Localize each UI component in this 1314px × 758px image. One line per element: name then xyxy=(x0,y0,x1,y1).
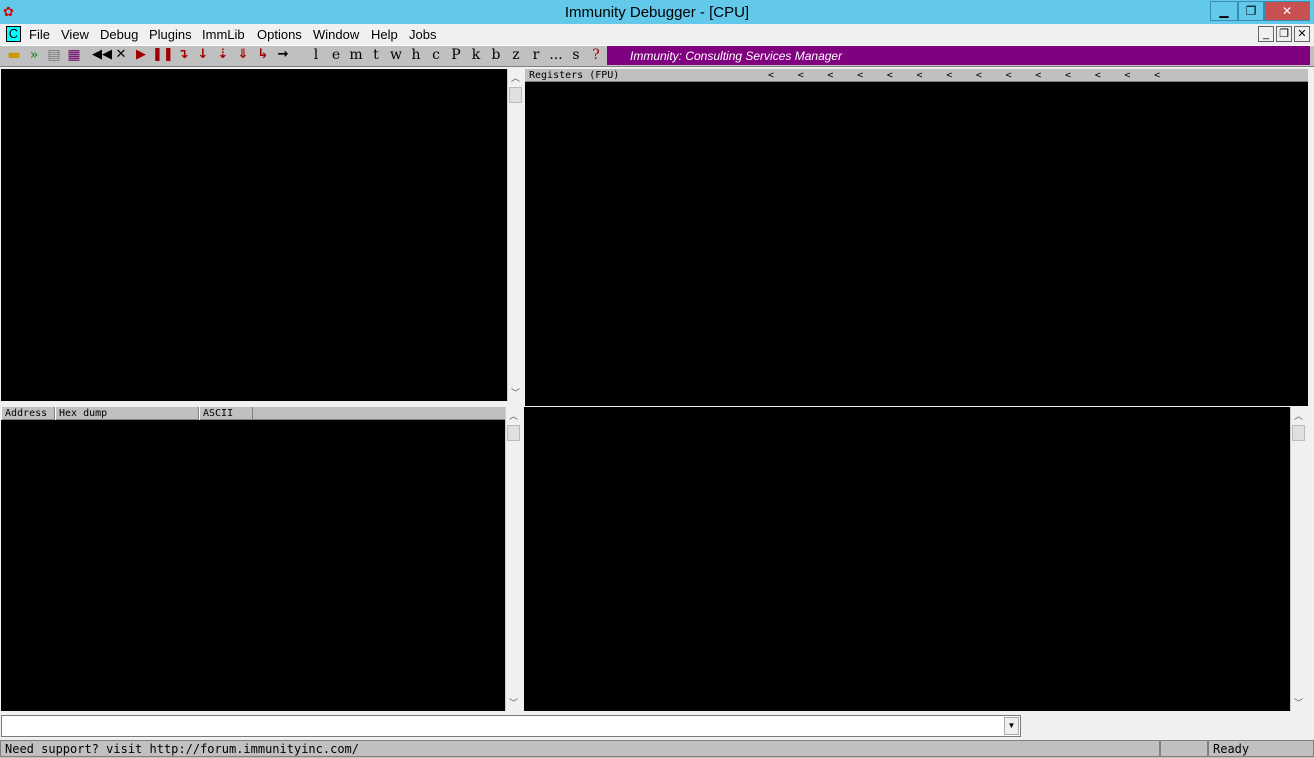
column-address[interactable]: Address xyxy=(1,407,55,420)
help-tool[interactable]: ? xyxy=(587,47,605,63)
register-column-marker[interactable]: < xyxy=(857,69,863,82)
register-column-marker[interactable]: < xyxy=(887,69,893,82)
log-window-icon[interactable]: ▤ xyxy=(45,47,63,63)
tool-l[interactable]: l xyxy=(307,47,325,63)
command-input[interactable]: ▼ xyxy=(1,715,1021,737)
register-column-marker[interactable]: < xyxy=(827,69,833,82)
register-column-marker[interactable]: < xyxy=(946,69,952,82)
tool-e[interactable]: e xyxy=(327,47,345,63)
tool-m[interactable]: m xyxy=(347,47,365,63)
register-column-marker[interactable]: < xyxy=(1065,69,1071,82)
status-empty xyxy=(1160,740,1208,757)
pause-icon[interactable]: ❚❚ xyxy=(152,47,174,62)
mdi-restore-button[interactable]: ❐ xyxy=(1276,26,1292,42)
tool-p[interactable]: P xyxy=(447,47,465,63)
consulting-banner[interactable]: Immunity: Consulting Services Manager xyxy=(607,46,1310,65)
register-column-marker[interactable]: < xyxy=(1154,69,1160,82)
tool-c[interactable]: c xyxy=(427,47,445,63)
registers-pane[interactable]: Registers (FPU) < < < < < < < < < < < < < < xyxy=(525,69,1308,406)
menu-bar: C File View Debug Plugins ImmLib Options… xyxy=(0,24,1314,45)
open-icon[interactable]: ▬ xyxy=(5,47,23,63)
dump-scrollbar[interactable]: ︿ ﹀ xyxy=(505,407,521,711)
stack-pane[interactable] xyxy=(524,407,1290,711)
command-dropdown-icon[interactable]: ▼ xyxy=(1004,717,1019,735)
step-into-icon[interactable]: ↴ xyxy=(174,47,192,62)
column-hex-dump[interactable]: Hex dump xyxy=(55,407,199,420)
run-icon[interactable]: ▶ xyxy=(132,47,150,62)
trace-over-icon[interactable]: ⇓ xyxy=(234,47,252,62)
step-over-icon[interactable]: ↓ xyxy=(194,47,212,62)
menu-window[interactable]: Window xyxy=(313,27,359,42)
scroll-down-icon[interactable]: ﹀ xyxy=(506,696,521,709)
window-title: Immunity Debugger - [CPU] xyxy=(564,4,750,21)
scroll-thumb[interactable] xyxy=(509,87,522,103)
scroll-down-icon[interactable]: ﹀ xyxy=(508,386,523,399)
menu-debug[interactable]: Debug xyxy=(100,27,138,42)
menu-plugins[interactable]: Plugins xyxy=(149,27,192,42)
register-column-marker[interactable]: < xyxy=(917,69,923,82)
cpu-window-icon[interactable]: C xyxy=(6,26,21,42)
register-column-marker[interactable]: < xyxy=(798,69,804,82)
attach-icon[interactable]: » xyxy=(25,47,43,63)
scroll-up-icon[interactable]: ︿ xyxy=(508,71,523,84)
close-button[interactable]: ✕ xyxy=(1264,1,1310,21)
restore-button[interactable]: ❐ xyxy=(1238,1,1264,21)
execute-till-return-icon[interactable]: ↳ xyxy=(254,47,272,62)
minimize-button[interactable]: ▁ xyxy=(1210,1,1238,21)
status-message: Need support? visit http://forum.immunit… xyxy=(0,740,1160,757)
menu-view[interactable]: View xyxy=(61,27,89,42)
trace-into-icon[interactable]: ⇣ xyxy=(214,47,232,62)
menu-options[interactable]: Options xyxy=(257,27,302,42)
disassembly-scrollbar[interactable]: ︿ ﹀ xyxy=(507,69,523,401)
dump-pane[interactable]: Address Hex dump ASCII xyxy=(1,407,505,711)
disassembly-pane[interactable] xyxy=(1,69,507,401)
menu-immlib[interactable]: ImmLib xyxy=(202,27,245,42)
menu-help[interactable]: Help xyxy=(371,27,398,42)
tool-t[interactable]: t xyxy=(367,47,385,63)
title-bar: ✿ Immunity Debugger - [CPU] ▁ ❐ ✕ xyxy=(0,0,1314,24)
tool-r[interactable]: r xyxy=(527,47,545,63)
scroll-down-icon[interactable]: ﹀ xyxy=(1291,696,1306,709)
status-state: Ready xyxy=(1208,740,1314,757)
menu-file[interactable]: File xyxy=(29,27,50,42)
register-column-marker[interactable]: < xyxy=(768,69,774,82)
scroll-thumb[interactable] xyxy=(1292,425,1305,441)
dump-header: Address Hex dump ASCII xyxy=(1,407,505,420)
restart-icon[interactable]: ◀◀ xyxy=(92,47,112,62)
tool-h[interactable]: h xyxy=(407,47,425,63)
modules-icon[interactable]: ▦ xyxy=(65,47,83,63)
scroll-thumb[interactable] xyxy=(507,425,520,441)
tool-b[interactable]: b xyxy=(487,47,505,63)
register-column-marker[interactable]: < xyxy=(1006,69,1012,82)
tool-z[interactable]: z xyxy=(507,47,525,63)
tool-w[interactable]: w xyxy=(387,47,405,63)
mdi-minimize-button[interactable]: _ xyxy=(1258,26,1274,42)
mdi-close-button[interactable]: ✕ xyxy=(1294,26,1310,42)
goto-icon[interactable]: → xyxy=(274,47,292,62)
menu-jobs[interactable]: Jobs xyxy=(409,27,436,42)
scroll-up-icon[interactable]: ︿ xyxy=(1291,409,1306,422)
close-process-icon[interactable]: ✕ xyxy=(112,47,130,62)
tool-dots[interactable]: ... xyxy=(547,47,565,63)
register-column-marker[interactable]: < xyxy=(1095,69,1101,82)
tool-s[interactable]: s xyxy=(567,47,585,63)
status-bar: Need support? visit http://forum.immunit… xyxy=(0,740,1314,758)
registers-header: Registers (FPU) < < < < < < < < < < < < < < xyxy=(525,69,1308,82)
command-value xyxy=(2,715,8,735)
register-column-marker[interactable]: < xyxy=(976,69,982,82)
scroll-up-icon[interactable]: ︿ xyxy=(506,409,521,422)
register-column-marker[interactable]: < xyxy=(1124,69,1130,82)
column-ascii[interactable]: ASCII xyxy=(199,407,253,420)
registers-title[interactable]: Registers (FPU) xyxy=(525,70,619,81)
register-column-marker[interactable]: < xyxy=(1035,69,1041,82)
stack-scrollbar[interactable]: ︿ ﹀ xyxy=(1290,407,1306,711)
tool-k[interactable]: k xyxy=(467,47,485,63)
